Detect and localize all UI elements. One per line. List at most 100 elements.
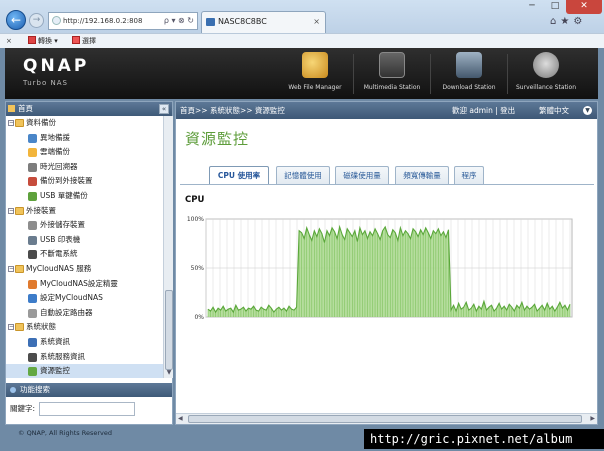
tree-label: 系統服務資訊 <box>40 351 85 361</box>
tree-label: MyCloudNAS設定精靈 <box>40 278 118 288</box>
copyright-text: © QNAP, All Rights Reserved <box>18 429 112 437</box>
close-window-button[interactable]: ✕ <box>566 0 602 14</box>
film-icon <box>379 52 405 78</box>
tab-title: NASC8C8BC <box>218 17 267 26</box>
collapse-icon[interactable]: − <box>8 265 14 272</box>
tree-label: 備份到外接裝置 <box>40 176 93 186</box>
maximize-button[interactable]: □ <box>544 0 566 14</box>
tree-item[interactable]: 時光回溯器 <box>6 160 163 175</box>
menu-item-icon <box>28 177 37 187</box>
tree-label: 外接儲存裝置 <box>40 220 85 230</box>
tree-label: 資源監控 <box>40 366 70 376</box>
sidebar: 首頁 « − 資料備份 異地備援 雲端備份 時光回溯器 備份到外接裝置 USB 單鍵備份 − 外… <box>5 101 173 425</box>
tab-disk-usage[interactable]: 磁碟使用量 <box>335 166 389 184</box>
scroll-left-icon[interactable]: ◀ <box>178 415 183 422</box>
tree-label: 設定MyCloudNAS <box>40 293 103 303</box>
tree-item[interactable]: 設定MyCloudNAS <box>6 291 163 306</box>
breadcrumb[interactable]: 首頁>> 系統狀態>> 資源監控 <box>180 102 285 119</box>
tree-label: USB 單鍵備份 <box>40 190 88 200</box>
divider <box>507 54 508 94</box>
tree-item[interactable]: 系統服務資訊 <box>6 350 163 365</box>
command-bar-close[interactable]: × <box>6 34 12 48</box>
collapse-sidebar-button[interactable]: « <box>159 104 169 114</box>
tree-item[interactable]: MyCloudNAS設定精靈 <box>6 277 163 292</box>
menu-item-icon <box>28 148 37 158</box>
sidebar-header[interactable]: 首頁 « <box>6 102 172 116</box>
menu-item-icon <box>28 294 37 304</box>
menu-item-icon <box>28 279 37 289</box>
home-favorites-tools-icons[interactable]: ⌂★⚙ <box>550 16 586 27</box>
collapse-icon[interactable]: − <box>8 324 14 331</box>
convert-button[interactable]: 轉換 ▾ <box>28 34 58 48</box>
menu-item-icon <box>28 162 37 172</box>
language-select[interactable]: 繁體中文 <box>539 102 569 119</box>
select-button[interactable]: 選擇 <box>72 34 96 48</box>
browser-tab[interactable]: NASC8C8BC × <box>201 11 326 33</box>
back-button[interactable]: ← <box>6 10 26 30</box>
chevron-down-icon[interactable]: ▼ <box>583 106 592 115</box>
tree-item[interactable]: 自動設定路由器 <box>6 306 163 321</box>
welcome-logout[interactable]: 歡迎 admin | 登出 <box>452 102 515 119</box>
menu-item-icon <box>28 367 37 377</box>
horizontal-scrollbar[interactable]: ◀ ▶ <box>176 413 597 424</box>
forward-button[interactable]: → <box>29 13 44 28</box>
address-bar[interactable]: http://192.168.0.2:808 ρ ▾ ⊗ ↻ <box>48 12 198 30</box>
tree-folder[interactable]: − MyCloudNAS 服務 <box>6 262 163 277</box>
tab-bandwidth[interactable]: 頻寬傳輸量 <box>395 166 449 184</box>
keyword-input[interactable] <box>39 402 135 416</box>
tree-label: 異地備援 <box>40 132 70 142</box>
cpu-chart-svg: 0% 50% 100% <box>187 216 573 321</box>
tree-label: MyCloudNAS 服務 <box>26 263 92 273</box>
tree-item[interactable]: 系統資訊 <box>6 335 163 350</box>
multimedia-station-button[interactable]: Multimedia Station <box>360 52 424 97</box>
tree-item[interactable]: 備份到外接裝置 <box>6 174 163 189</box>
tab-memory-usage[interactable]: 記憶體使用 <box>276 166 330 184</box>
tree-item[interactable]: USB 單鍵備份 <box>6 189 163 204</box>
tree-folder[interactable]: − 外接裝置 <box>6 204 163 219</box>
tree-item[interactable]: USB 印表機 <box>6 233 163 248</box>
menu-item-icon <box>28 308 37 318</box>
menu-item-icon <box>28 191 37 201</box>
tree-item[interactable]: 雲端備份 <box>6 145 163 160</box>
tab-processes[interactable]: 程序 <box>454 166 484 184</box>
divider <box>430 54 431 94</box>
search-section-icon <box>10 387 16 393</box>
y-tick-label: 50% <box>191 265 205 272</box>
minimize-button[interactable]: ─ <box>520 0 544 14</box>
tree-item[interactable]: 不斷電系統 <box>6 247 163 262</box>
breadcrumb-bar: 首頁>> 系統狀態>> 資源監控 歡迎 admin | 登出 繁體中文 ▼ <box>176 102 597 119</box>
tree-item[interactable]: 異地備援 <box>6 131 163 146</box>
keyword-label: 關鍵字: <box>10 404 36 413</box>
collapse-icon[interactable]: − <box>8 120 14 126</box>
menu-item-icon <box>28 337 37 347</box>
y-tick-label: 0% <box>194 314 204 321</box>
page-title: 資源監控 <box>185 130 250 148</box>
folder-icon <box>15 206 24 215</box>
download-station-button[interactable]: Download Station <box>437 52 501 97</box>
web-file-manager-button[interactable]: Web File Manager <box>283 52 347 97</box>
tree-label: 時光回溯器 <box>40 161 78 171</box>
horizontal-scroll-thumb[interactable] <box>188 415 582 423</box>
surveillance-station-button[interactable]: Surveillance Station <box>514 52 578 97</box>
folder-icon <box>15 323 24 332</box>
sidebar-scrollbar[interactable]: ▼ <box>163 116 173 378</box>
tab-cpu-usage[interactable]: CPU 使用率 <box>209 166 269 185</box>
scroll-down-icon[interactable]: ▼ <box>165 369 173 377</box>
qnap-header: QNAP Turbo NAS Web File Manager Multimed… <box>5 48 598 99</box>
sidebar-scroll-thumb[interactable] <box>165 290 173 370</box>
tree-label: 雲端備份 <box>40 147 70 157</box>
collapse-icon[interactable]: − <box>8 207 14 214</box>
command-bar: × 轉換 ▾ 選擇 <box>0 33 604 48</box>
tab-close-icon[interactable]: × <box>313 12 320 32</box>
tree-item[interactable]: 外接儲存裝置 <box>6 218 163 233</box>
tree-item[interactable]: 資源監控 <box>6 364 163 378</box>
browser-chrome: ← → http://192.168.0.2:808 ρ ▾ ⊗ ↻ NASC8… <box>0 0 604 48</box>
address-tools[interactable]: ρ ▾ ⊗ ↻ <box>164 13 194 29</box>
menu-item-icon <box>28 235 37 245</box>
cpu-section-label: CPU <box>185 195 205 205</box>
tree-folder[interactable]: − 資料備份 <box>6 116 163 131</box>
menu-item-icon <box>28 133 37 143</box>
cpu-usage-chart: 0% 50% 100% <box>184 213 576 323</box>
scroll-right-icon[interactable]: ▶ <box>590 415 595 422</box>
tree-folder[interactable]: − 系統狀態 <box>6 320 163 335</box>
